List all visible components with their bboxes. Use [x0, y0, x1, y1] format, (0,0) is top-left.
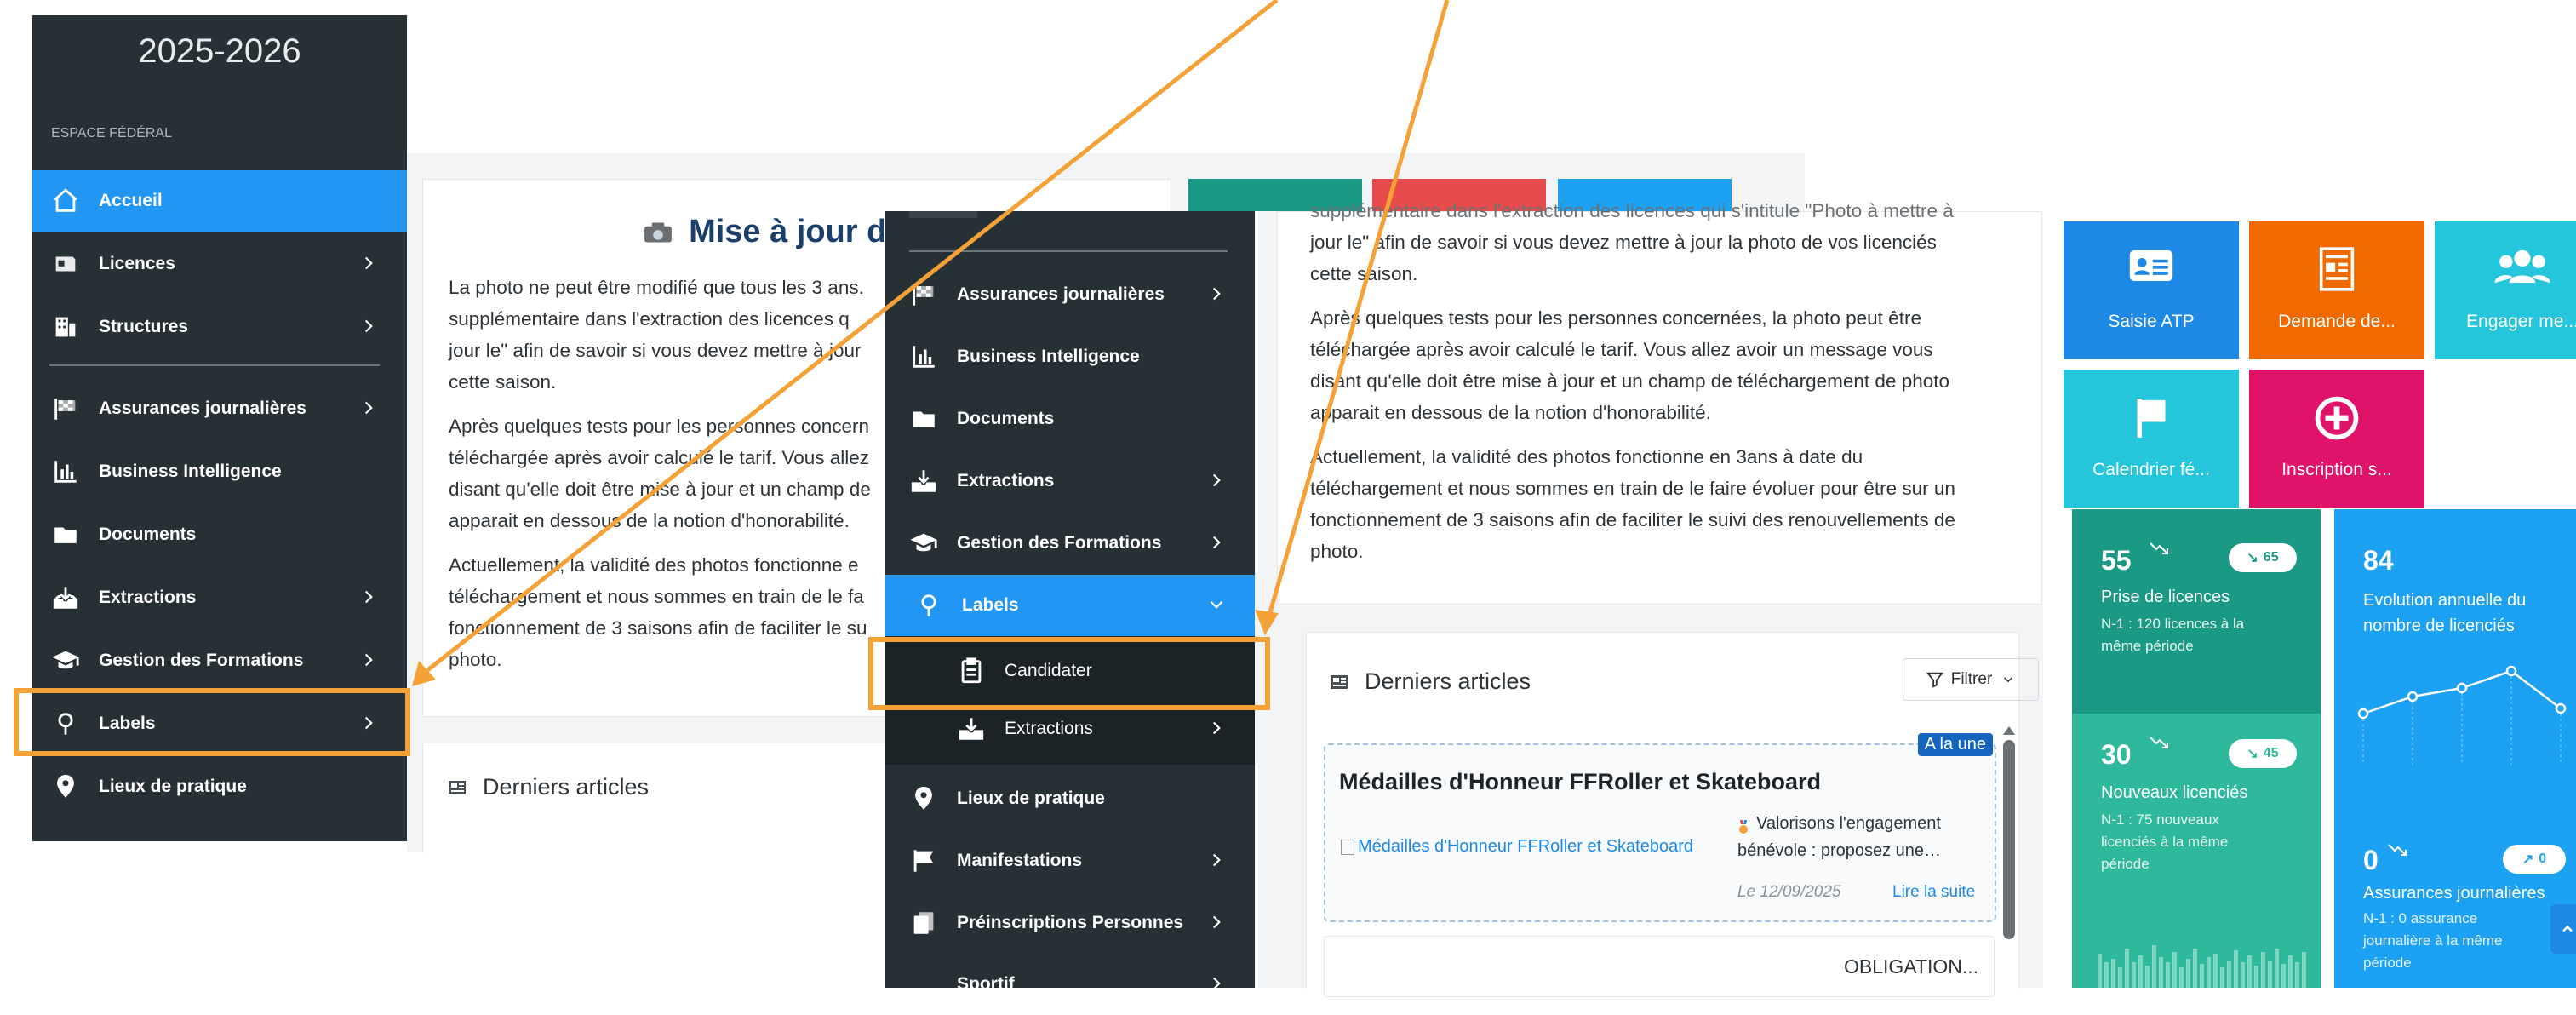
annotation-arrows: [412, 0, 1450, 686]
